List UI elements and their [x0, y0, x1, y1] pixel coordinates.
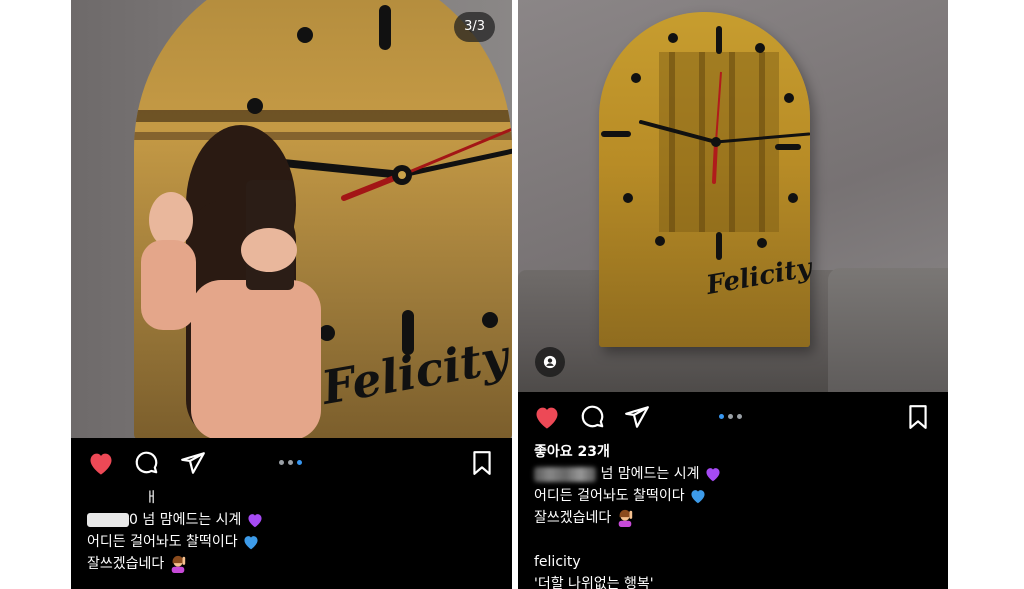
bookmark-icon [909, 405, 927, 429]
caption-text: 넘 맘에드는 시계 [142, 512, 242, 528]
carousel-dot-active [297, 460, 302, 465]
caption-likes-partial: ㅐ [145, 490, 158, 506]
carousel-dot [728, 414, 733, 419]
send-icon [625, 406, 649, 428]
comment-button[interactable] [133, 449, 161, 477]
comment-button[interactable] [579, 403, 607, 431]
user-tag-icon [543, 355, 557, 369]
save-button[interactable] [468, 449, 496, 477]
heart-icon [90, 453, 112, 475]
carousel-indicator [719, 414, 742, 419]
username-redacted [534, 466, 596, 482]
post-photo[interactable]: Felicity [518, 0, 948, 392]
caption-line: 0 넘 맘에드는 시계 [87, 509, 264, 531]
share-button[interactable] [179, 449, 207, 477]
caption-line: 넘 맘에드는 시계 [534, 463, 722, 485]
carousel-counter: 3/3 [454, 12, 495, 42]
bookmark-icon [473, 451, 491, 475]
like-button[interactable] [533, 403, 561, 431]
post-photo[interactable]: Felicity 3/3 [71, 0, 512, 438]
caption-line: 잘쓰겠습네다 [534, 507, 722, 529]
carousel-dot-active [719, 414, 724, 419]
caption-text: 넘 맘에드는 시계 [600, 466, 700, 482]
post-actions [71, 443, 512, 483]
carousel-dot [279, 460, 284, 465]
post-caption: ㅐ 0 넘 맘에드는 시계 어디든 걸어놔도 찰떡이다 잘쓰겠습네다 [87, 487, 264, 575]
share-button[interactable] [623, 403, 651, 431]
carousel-dot [288, 460, 293, 465]
person-raising-hand-icon [618, 509, 632, 527]
comment-icon [135, 451, 158, 474]
purple-heart-icon [706, 468, 720, 482]
send-icon [181, 452, 205, 474]
caption-text: 잘쓰겠습네다 [87, 556, 165, 572]
sofa-arm [828, 268, 948, 392]
person-raising-hand-icon [171, 555, 185, 573]
caption-line: '더할 나위없는 행복' [534, 576, 654, 589]
caption-line: 어디든 걸어놔도 찰떡이다 [534, 485, 722, 507]
carousel-dot [737, 414, 742, 419]
post-card-right: Felicity 좋아요 23개 넘 맘에드는 시계 어디든 걸어놔도 찰떡이다… [518, 0, 948, 589]
username-redacted [87, 513, 129, 527]
save-button[interactable] [904, 403, 932, 431]
post-caption: 좋아요 23개 넘 맘에드는 시계 어디든 걸어놔도 찰떡이다 잘쓰겠습네다 f… [534, 441, 722, 589]
caption-line: 잘쓰겠습네다 [87, 553, 264, 575]
purple-heart-icon [248, 514, 262, 528]
post-card-left: Felicity 3/3 ㅐ 0 넘 맘에드는 시계 어디든 걸어놔도 찰떡이다… [71, 0, 512, 589]
post-actions [518, 397, 948, 437]
blue-heart-icon [691, 490, 705, 504]
caption-line: 어디든 걸어놔도 찰떡이다 [87, 531, 264, 553]
caption-line: felicity [534, 554, 581, 570]
mirror-clock [599, 12, 810, 347]
caption-text: 어디든 걸어놔도 찰떡이다 [534, 488, 685, 504]
carousel-indicator [279, 460, 302, 465]
heart-icon [536, 407, 558, 429]
user-tag-button[interactable] [535, 347, 565, 377]
caption-text: 어디든 걸어놔도 찰떡이다 [87, 534, 238, 550]
like-button[interactable] [87, 449, 115, 477]
blue-heart-icon [244, 536, 258, 550]
caption-partial: 0 [129, 512, 138, 528]
likes-count: 좋아요 23개 [534, 444, 610, 460]
caption-text: 잘쓰겠습네다 [534, 510, 612, 526]
person-reflection [141, 125, 321, 438]
comment-icon [581, 405, 604, 428]
